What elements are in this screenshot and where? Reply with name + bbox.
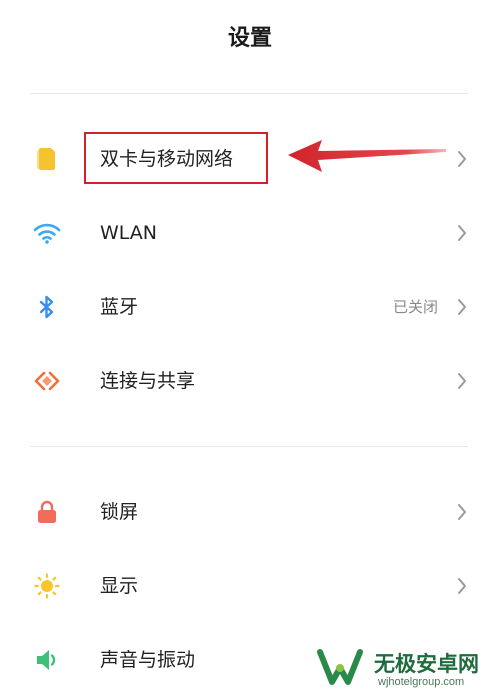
speaker-icon: [37, 650, 56, 670]
section-divider: [30, 446, 468, 447]
red-arrow-annotation: [288, 140, 446, 172]
settings-item-label: 蓝牙: [100, 296, 139, 318]
wifi-icon: [33, 223, 61, 244]
watermark-text: 无极安卓网: [374, 652, 479, 676]
settings-item-display[interactable]: 显示: [0, 558, 500, 614]
bluetooth-status: 已关闭: [392, 298, 438, 316]
settings-item-connection-sharing[interactable]: 连接与共享: [0, 353, 500, 409]
chevron-right-icon: [458, 299, 466, 315]
watermark-url: wjhotelgroup.com: [378, 676, 465, 688]
sun-icon: [34, 573, 60, 599]
settings-item-label: WLAN: [100, 222, 158, 244]
settings-item-label: 显示: [100, 575, 139, 597]
settings-item-label: 锁屏: [100, 501, 139, 523]
settings-item-bluetooth[interactable]: 蓝牙 已关闭: [0, 279, 500, 335]
sim-card-icon: [37, 148, 55, 170]
chevron-right-icon: [458, 373, 466, 389]
chevron-right-icon: [458, 151, 466, 167]
settings-item-wlan[interactable]: WLAN: [0, 205, 500, 261]
chevron-right-icon: [458, 225, 466, 241]
settings-item-label: 声音与振动: [100, 649, 196, 671]
highlight-box: [84, 132, 268, 184]
chevron-right-icon: [458, 504, 466, 520]
chevron-right-icon: [458, 578, 466, 594]
bluetooth-icon: [39, 295, 54, 319]
page-title: 设置: [227, 26, 272, 51]
share-connect-icon: [34, 371, 60, 391]
lock-icon: [38, 500, 56, 523]
settings-item-label: 连接与共享: [100, 370, 196, 392]
settings-item-lock-screen[interactable]: 锁屏: [0, 484, 500, 540]
top-divider: [30, 93, 468, 94]
